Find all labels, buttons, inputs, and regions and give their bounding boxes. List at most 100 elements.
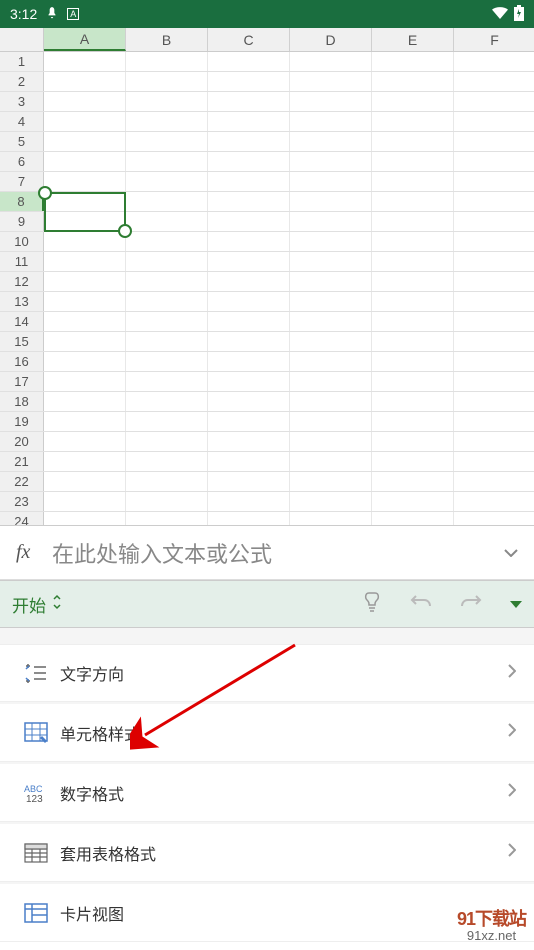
cell[interactable] <box>372 332 454 351</box>
cell[interactable] <box>208 312 290 331</box>
col-header-D[interactable]: D <box>290 28 372 51</box>
cell[interactable] <box>44 72 126 91</box>
cell[interactable] <box>372 292 454 311</box>
redo-icon[interactable] <box>460 593 482 616</box>
menu-item-card-view[interactable]: 卡片视图 <box>0 884 534 942</box>
cell[interactable] <box>44 152 126 171</box>
col-header-F[interactable]: F <box>454 28 534 51</box>
cell[interactable] <box>372 252 454 271</box>
row-header-24[interactable]: 24 <box>0 512 44 526</box>
row-header-11[interactable]: 11 <box>0 252 44 271</box>
cell[interactable] <box>126 512 208 526</box>
col-header-B[interactable]: B <box>126 28 208 51</box>
cell[interactable] <box>372 92 454 111</box>
cell[interactable] <box>44 92 126 111</box>
cell[interactable] <box>454 172 534 191</box>
cell[interactable] <box>208 52 290 71</box>
cell[interactable] <box>454 212 534 231</box>
cell[interactable] <box>290 452 372 471</box>
menu-item-number-format[interactable]: ABC123 数字格式 <box>0 764 534 822</box>
cell[interactable] <box>372 172 454 191</box>
cell[interactable] <box>208 152 290 171</box>
cell[interactable] <box>290 52 372 71</box>
cell[interactable] <box>126 352 208 371</box>
formula-input[interactable]: 在此处输入文本或公式 <box>52 537 504 569</box>
menu-item-cell-style[interactable]: 单元格样式 <box>0 704 534 762</box>
cell[interactable] <box>290 472 372 491</box>
row-header-21[interactable]: 21 <box>0 452 44 471</box>
row-header-23[interactable]: 23 <box>0 492 44 511</box>
cell[interactable] <box>126 52 208 71</box>
ribbon-more-icon[interactable] <box>510 595 522 613</box>
undo-icon[interactable] <box>410 593 432 616</box>
cell[interactable] <box>372 512 454 526</box>
cell[interactable] <box>126 452 208 471</box>
cell[interactable] <box>290 392 372 411</box>
cell[interactable] <box>126 292 208 311</box>
cell[interactable] <box>208 132 290 151</box>
cell[interactable] <box>126 412 208 431</box>
cell[interactable] <box>208 472 290 491</box>
row-header-19[interactable]: 19 <box>0 412 44 431</box>
cell[interactable] <box>454 432 534 451</box>
cell[interactable] <box>208 112 290 131</box>
cell[interactable] <box>44 292 126 311</box>
cell[interactable] <box>372 372 454 391</box>
cell[interactable] <box>126 232 208 251</box>
cell[interactable] <box>208 292 290 311</box>
cell[interactable] <box>126 272 208 291</box>
cell[interactable] <box>126 112 208 131</box>
cell[interactable] <box>372 272 454 291</box>
cell[interactable] <box>454 452 534 471</box>
ribbon-tab-start[interactable]: 开始 <box>12 592 62 617</box>
cell[interactable] <box>454 352 534 371</box>
cell[interactable] <box>454 492 534 511</box>
cell[interactable] <box>454 112 534 131</box>
cell[interactable] <box>44 332 126 351</box>
cell[interactable] <box>44 392 126 411</box>
cell[interactable] <box>44 52 126 71</box>
cell[interactable] <box>44 412 126 431</box>
spreadsheet-area[interactable]: A B C D E F 1234567891011121314151617181… <box>0 28 534 526</box>
cell[interactable] <box>290 152 372 171</box>
cell[interactable] <box>208 332 290 351</box>
cell[interactable] <box>126 152 208 171</box>
formula-expand-icon[interactable] <box>504 544 518 562</box>
cell[interactable] <box>44 232 126 251</box>
cell[interactable] <box>290 312 372 331</box>
cell[interactable] <box>454 292 534 311</box>
cell[interactable] <box>44 472 126 491</box>
row-header-3[interactable]: 3 <box>0 92 44 111</box>
cell[interactable] <box>290 232 372 251</box>
cell[interactable] <box>454 192 534 211</box>
col-header-A[interactable]: A <box>44 28 126 51</box>
menu-item-text-direction[interactable]: 文字方向 <box>0 644 534 702</box>
cell[interactable] <box>126 72 208 91</box>
row-header-16[interactable]: 16 <box>0 352 44 371</box>
row-header-17[interactable]: 17 <box>0 372 44 391</box>
cell[interactable] <box>290 252 372 271</box>
cell[interactable] <box>290 212 372 231</box>
row-header-7[interactable]: 7 <box>0 172 44 191</box>
cell[interactable] <box>290 352 372 371</box>
cell[interactable] <box>454 52 534 71</box>
cell[interactable] <box>454 512 534 526</box>
cell[interactable] <box>126 492 208 511</box>
cell[interactable] <box>208 232 290 251</box>
cell[interactable] <box>454 412 534 431</box>
cell[interactable] <box>44 492 126 511</box>
cell[interactable] <box>208 452 290 471</box>
cell[interactable] <box>290 172 372 191</box>
cell[interactable] <box>372 72 454 91</box>
row-header-6[interactable]: 6 <box>0 152 44 171</box>
cell[interactable] <box>372 492 454 511</box>
cell[interactable] <box>372 152 454 171</box>
cell[interactable] <box>290 372 372 391</box>
cell[interactable] <box>372 432 454 451</box>
row-header-9[interactable]: 9 <box>0 212 44 231</box>
cell[interactable] <box>290 92 372 111</box>
cell[interactable] <box>44 352 126 371</box>
cell[interactable] <box>454 72 534 91</box>
cell[interactable] <box>454 272 534 291</box>
row-header-1[interactable]: 1 <box>0 52 44 71</box>
